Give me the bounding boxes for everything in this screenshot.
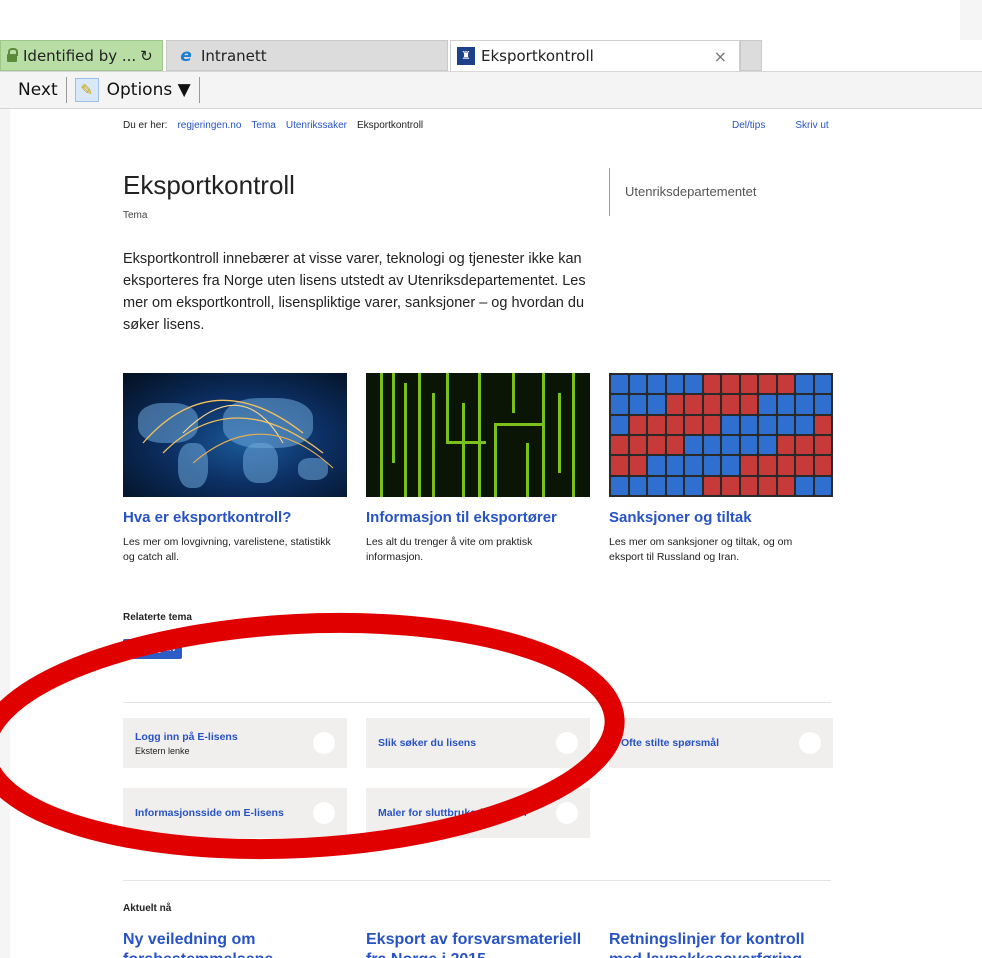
lock-icon	[7, 47, 18, 62]
arrow-circle-icon	[313, 802, 335, 824]
world-map-image[interactable]	[123, 373, 347, 497]
quicklink-title[interactable]: Logg inn på E-lisens	[135, 731, 238, 743]
card-description: Les mer om sanksjoner og tiltak, og om e…	[609, 536, 793, 563]
quicklink-slik-soker-du-lisens[interactable]: Slik søker du lisens	[366, 718, 590, 768]
circuit-board-image[interactable]	[366, 373, 590, 497]
browser-top-blank	[0, 0, 982, 40]
page-actions: Del/tips Skriv ut	[732, 120, 829, 131]
card-informasjon-til-eksportorer[interactable]: Informasjon til eksportører Les alt du t…	[366, 373, 590, 565]
quicklink-title[interactable]: Slik søker du lisens	[378, 737, 476, 749]
close-tab-icon[interactable]: ×	[714, 47, 727, 66]
arrow-circle-icon	[556, 802, 578, 824]
tab-identity[interactable]: Identified by ... ↻	[0, 40, 163, 71]
card-title[interactable]: Hva er eksportkontroll?	[123, 509, 347, 526]
section-divider	[123, 702, 831, 703]
government-crest-icon: ♜	[457, 47, 475, 65]
page-subtitle: Tema	[123, 210, 148, 221]
news-item[interactable]: Retningslinjer for kontroll med lavpakke…	[609, 930, 833, 958]
browser-edge	[960, 0, 982, 40]
print-link[interactable]: Skriv ut	[795, 120, 828, 131]
quicklink-title[interactable]: Informasjonsside om E-lisens	[135, 807, 284, 819]
next-button[interactable]: Next	[18, 80, 58, 100]
toolbar-divider	[65, 77, 67, 103]
card-title[interactable]: Informasjon til eksportører	[366, 509, 590, 526]
browser-tab-bar: Identified by ... ↻ e Intranett ♜ Ekspor…	[0, 40, 982, 71]
shipping-containers-image[interactable]	[609, 373, 833, 497]
card-description: Les mer om lovgivning, varelistene, stat…	[123, 536, 331, 563]
news-item[interactable]: Eksport av forsvarsmateriell fra Norge i…	[366, 930, 590, 958]
breadcrumb: Du er her: regjeringen.no Tema Utenrikss…	[123, 120, 503, 131]
share-link[interactable]: Del/tips	[732, 120, 765, 131]
tag-naeringsliv[interactable]: Næringsliv	[123, 639, 183, 659]
breadcrumb-regjeringen[interactable]: regjeringen.no	[177, 120, 241, 131]
quicklink-external-note: Ekstern lenke	[135, 746, 190, 756]
page-title: Eksportkontroll	[123, 170, 295, 200]
card-title[interactable]: Sanksjoner og tiltak	[609, 509, 833, 526]
command-bar: Next ✎ Options ▼	[0, 71, 982, 109]
section-divider	[123, 880, 831, 881]
ie-icon: e	[180, 45, 192, 66]
tab-intranet-label: Intranett	[201, 46, 267, 65]
related-topics-label: Relaterte tema	[123, 612, 192, 623]
quicklink-logg-inn-e-lisens[interactable]: Logg inn på E-lisens Ekstern lenke	[123, 718, 347, 768]
tab-eksportkontroll[interactable]: ♜ Eksportkontroll ×	[450, 40, 740, 71]
tab-eksportkontroll-label: Eksportkontroll	[481, 47, 594, 65]
arrow-circle-icon	[799, 732, 821, 754]
page-left-gutter	[0, 109, 10, 958]
pencil-icon[interactable]: ✎	[74, 78, 99, 102]
tab-intranet[interactable]: e Intranett	[166, 40, 448, 71]
card-description: Les alt du trenger å vite om praktisk in…	[366, 536, 533, 563]
quicklink-maler-sluttbrukerklaeringer[interactable]: Maler for sluttbrukerklæringer	[366, 788, 590, 838]
options-label: Options	[106, 80, 173, 100]
options-button[interactable]: Options ▼	[107, 80, 191, 100]
breadcrumb-tema[interactable]: Tema	[251, 120, 275, 131]
department-name[interactable]: Utenriksdepartementet	[625, 184, 757, 199]
screenshot-root: Identified by ... ↻ e Intranett ♜ Ekspor…	[0, 0, 982, 958]
news-item[interactable]: Ny veiledning om forsbestemmelsene	[123, 930, 347, 958]
toolbar-divider	[198, 77, 200, 103]
news-label: Aktuelt nå	[123, 903, 172, 914]
quicklink-informasjonsside-e-lisens[interactable]: Informasjonsside om E-lisens	[123, 788, 347, 838]
department-divider	[609, 168, 610, 216]
refresh-icon[interactable]: ↻	[140, 47, 153, 65]
quicklink-title[interactable]: Ofte stilte spørsmål	[621, 737, 719, 749]
card-sanksjoner-og-tiltak[interactable]: Sanksjoner og tiltak Les mer om sanksjon…	[609, 373, 833, 565]
tab-identity-label: Identified by ...	[23, 46, 137, 65]
card-hva-er-eksportkontroll[interactable]: Hva er eksportkontroll? Les mer om lovgi…	[123, 373, 347, 565]
intro-text: Eksportkontroll innebærer at visse varer…	[123, 251, 586, 333]
new-tab-button[interactable]	[740, 40, 762, 71]
breadcrumb-prefix: Du er her:	[123, 120, 168, 131]
breadcrumb-current: Eksportkontroll	[357, 120, 424, 131]
quicklink-title[interactable]: Maler for sluttbrukerklæringer	[378, 807, 528, 819]
arrow-circle-icon	[556, 732, 578, 754]
arrow-circle-icon	[313, 732, 335, 754]
quicklink-ofte-stilte-sporsmal[interactable]: Ofte stilte spørsmål	[609, 718, 833, 768]
breadcrumb-utenrikssaker[interactable]: Utenrikssaker	[286, 120, 347, 131]
